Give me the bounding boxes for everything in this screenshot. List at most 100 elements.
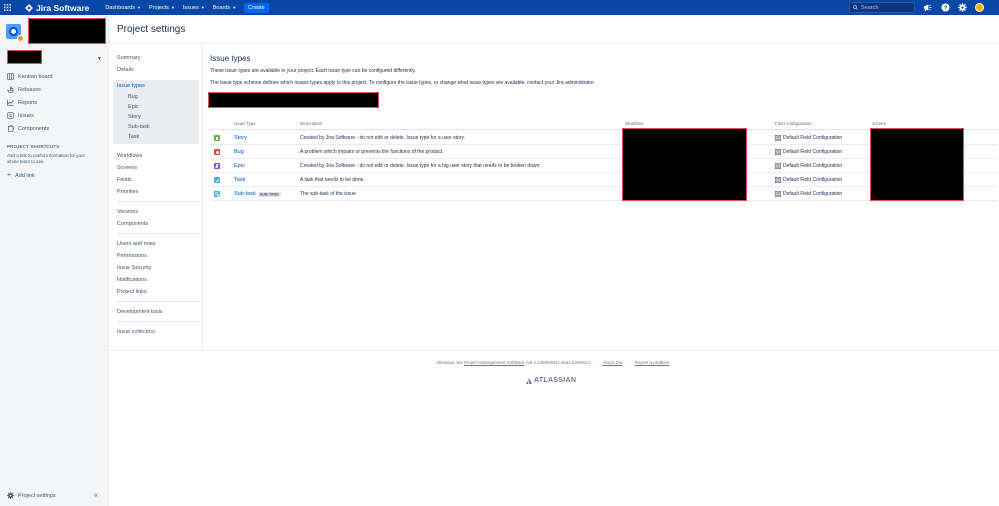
settings-nav-priorities[interactable]: Priorities: [113, 186, 199, 198]
settings-nav-issue-type-sub-task[interactable]: Sub-task: [113, 122, 199, 132]
help-icon[interactable]: ?: [941, 3, 950, 12]
sidebar-project-settings[interactable]: Project settings: [7, 492, 56, 499]
sidebar-nav: Kanban board Releases Reports Issues Com…: [0, 70, 109, 135]
atlassian-logo: ATLASSIAN: [526, 377, 576, 384]
issue-type-description: The sub-task of the issue: [300, 191, 356, 197]
issue-type-link[interactable]: Story: [234, 135, 247, 141]
column-header-issue-type: Issue Type: [234, 121, 256, 126]
ship-icon: [7, 86, 14, 93]
nav-projects[interactable]: Projects ▼: [149, 5, 175, 11]
sidebar-item-components[interactable]: Components: [0, 122, 109, 135]
gear-icon[interactable]: [958, 3, 967, 12]
settings-nav-screens[interactable]: Screens: [113, 162, 199, 174]
settings-nav-issue-type-task[interactable]: Task: [113, 132, 199, 142]
settings-nav-summary[interactable]: Summary: [113, 52, 199, 64]
redacted-board-selector[interactable]: [7, 50, 42, 64]
project-shortcuts-title: PROJECT SHORTCUTS: [7, 144, 60, 149]
epic-icon: [214, 163, 220, 169]
version-info: (v9.4.14#940001-sha1:829e8cc): [525, 360, 591, 365]
svg-text:?: ?: [944, 6, 948, 12]
chevron-down-icon: ▼: [170, 5, 175, 10]
settings-nav-issue-type-story[interactable]: Story: [113, 112, 199, 122]
issue-type-description: Created by Jira Software - do not edit o…: [300, 163, 541, 169]
chevron-down-icon[interactable]: ▼: [97, 56, 102, 62]
header-divider: [109, 43, 999, 44]
sub-task-icon: [214, 191, 220, 197]
top-nav: Dashboards ▼ Projects ▼ Issues ▼ Boards ▼ Cr…: [105, 2, 269, 13]
atlassian-mark-icon: [526, 377, 532, 384]
settings-nav-issue-types[interactable]: Issue types: [113, 80, 199, 92]
jira-logo[interactable]: Jira Software: [25, 3, 89, 13]
settings-nav-development-tools[interactable]: Development tools: [113, 306, 199, 318]
app-switcher-icon[interactable]: [0, 0, 15, 15]
sidebar-item-kanban-board[interactable]: Kanban board: [0, 70, 109, 83]
project-sidebar: ▼ Kanban board Releases Reports Issues C…: [0, 15, 109, 506]
redacted-scheme-name: [208, 92, 379, 108]
field-configuration-link[interactable]: Default Field Configuration: [775, 190, 842, 197]
settings-nav: Summary Details Issue types Bug Epic Sto…: [113, 52, 199, 338]
nav-issues[interactable]: Issues ▼: [183, 5, 205, 11]
project-management-software-link[interactable]: Project Management Software: [464, 360, 525, 365]
create-button[interactable]: Create: [244, 2, 269, 13]
settings-nav-project-links[interactable]: Project links: [113, 286, 199, 298]
settings-nav-issue-types-group: Issue types Bug Epic Story Sub-task Task: [113, 80, 199, 144]
issue-type-description: A problem which impairs or prevents the …: [300, 149, 444, 155]
issue-type-link[interactable]: Bug: [234, 149, 244, 155]
nav-boards[interactable]: Boards ▼: [213, 5, 236, 11]
about-jira-link[interactable]: About Jira: [602, 360, 622, 365]
chart-icon: [7, 99, 14, 106]
issue-type-link[interactable]: Sub-task SUB-TASK: [234, 191, 282, 197]
footer-divider: [109, 350, 999, 351]
settings-nav-versions[interactable]: Versions: [113, 206, 199, 218]
user-avatar[interactable]: [975, 3, 984, 12]
settings-nav-issue-security[interactable]: Issue Security: [113, 262, 199, 274]
top-navigation-bar: Jira Software Dashboards ▼ Projects ▼ Issu…: [0, 0, 999, 15]
field-configuration-link[interactable]: Default Field Configuration: [775, 134, 842, 141]
settings-nav-components[interactable]: Components: [113, 218, 199, 230]
issue-type-description: A task that needs to be done.: [300, 177, 365, 183]
settings-nav-issue-type-bug[interactable]: Bug: [113, 92, 199, 102]
settings-nav-fields[interactable]: Fields: [113, 174, 199, 186]
gear-icon: [7, 492, 14, 499]
settings-nav-users-and-roles[interactable]: Users and roles: [113, 238, 199, 250]
product-name: Jira Software: [36, 2, 90, 13]
sidebar-item-issues[interactable]: Issues: [0, 109, 109, 122]
field-config-icon: [775, 162, 781, 169]
field-configuration-link[interactable]: Default Field Configuration: [775, 162, 842, 169]
settings-nav-workflows[interactable]: Workflows: [113, 150, 199, 162]
settings-nav-issue-collectors[interactable]: Issue collectors: [113, 326, 199, 338]
field-configuration-link[interactable]: Default Field Configuration: [775, 176, 842, 183]
nav-dashboards[interactable]: Dashboards ▼: [105, 5, 141, 11]
issue-type-link[interactable]: Epic: [234, 163, 245, 169]
redacted-project-name: [28, 18, 106, 44]
issues-icon: [7, 112, 14, 119]
issue-type-link[interactable]: Task: [234, 177, 245, 183]
settings-nav-permissions[interactable]: Permissions: [113, 250, 199, 262]
settings-nav-divider: [117, 146, 199, 147]
field-config-icon: [775, 190, 781, 197]
collapse-sidebar-icon[interactable]: «: [94, 492, 98, 499]
column-header-screen: Screen: [872, 121, 887, 126]
footer-links: Atlassian Jira Project Management Softwa…: [436, 360, 670, 365]
add-link-button[interactable]: + Add link: [7, 172, 35, 179]
board-icon: [7, 73, 14, 80]
settings-nav-details[interactable]: Details: [113, 64, 199, 76]
field-configuration-link[interactable]: Default Field Configuration: [775, 148, 842, 155]
plus-icon: +: [7, 172, 12, 179]
settings-nav-divider: [117, 77, 199, 78]
report-problem-link[interactable]: Report a problem: [635, 360, 670, 365]
section-title: Issue types: [210, 54, 251, 63]
chevron-down-icon: ▼: [137, 5, 142, 10]
scheme-description: The issue type scheme defines which issu…: [210, 80, 596, 86]
sidebar-item-reports[interactable]: Reports: [0, 96, 109, 109]
settings-nav-divider: [117, 201, 199, 202]
content-divider: [202, 44, 203, 350]
search-box[interactable]: [849, 2, 915, 13]
settings-nav-issue-type-epic[interactable]: Epic: [113, 102, 199, 112]
column-header-workflow: Workflow: [625, 121, 644, 126]
story-icon: [214, 135, 220, 141]
search-input[interactable]: [861, 4, 911, 11]
sidebar-item-releases[interactable]: Releases: [0, 83, 109, 96]
megaphone-icon[interactable]: [923, 3, 932, 12]
settings-nav-notifications[interactable]: Notifications: [113, 274, 199, 286]
